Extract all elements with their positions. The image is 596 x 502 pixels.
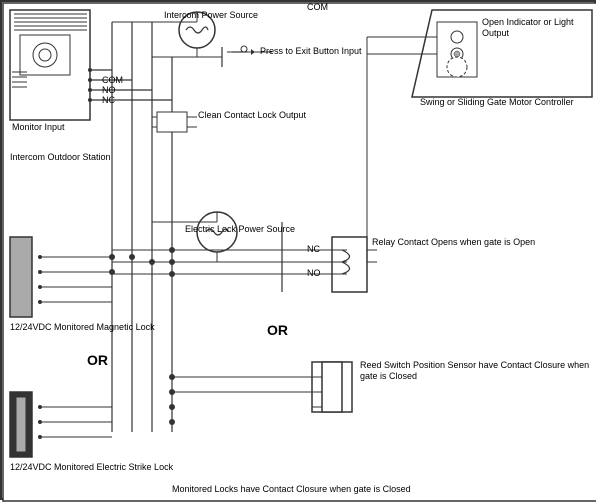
- clean-contact-label: Clean Contact Lock Output: [198, 110, 306, 121]
- relay-contact-label: Relay Contact Opens when gate is Open: [372, 237, 535, 248]
- com3-label: COM: [307, 2, 328, 13]
- reed-switch-label: Reed Switch Position Sensor have Contact…: [360, 360, 594, 382]
- nc2-label: NC: [307, 244, 320, 255]
- electric-strike-label: 12/24VDC Monitored Electric Strike Lock: [10, 462, 173, 473]
- intercom-outdoor-label: Intercom Outdoor Station: [10, 152, 111, 163]
- intercom-power-label: Intercom Power Source: [164, 10, 258, 21]
- diagram-container: Monitor Input Intercom Outdoor Station I…: [0, 0, 596, 500]
- press-to-exit-label: Press to Exit Button Input: [260, 46, 362, 57]
- monitor-input-label: Monitor Input: [12, 122, 65, 133]
- electric-lock-power-label: Electric Lock Power Source: [185, 224, 295, 235]
- nc1-label: NC: [102, 95, 115, 106]
- open-indicator-label: Open Indicator or Light Output: [482, 17, 594, 39]
- monitored-locks-label: Monitored Locks have Contact Closure whe…: [172, 484, 411, 495]
- or2-label: OR: [267, 322, 288, 339]
- wiring-diagram-svg: [2, 2, 596, 502]
- or1-label: OR: [87, 352, 108, 369]
- no2-label: NO: [307, 268, 321, 279]
- swing-gate-label: Swing or Sliding Gate Motor Controller: [420, 97, 574, 108]
- magnetic-lock-label: 12/24VDC Monitored Magnetic Lock: [10, 322, 155, 333]
